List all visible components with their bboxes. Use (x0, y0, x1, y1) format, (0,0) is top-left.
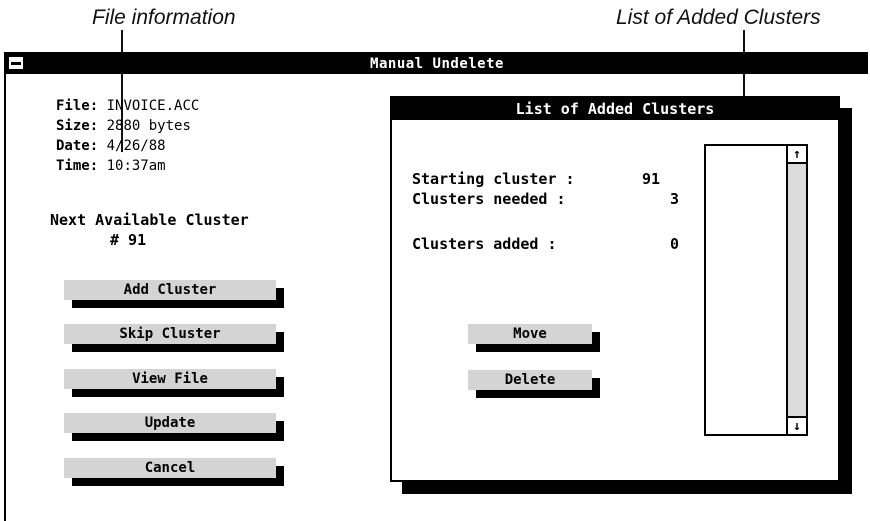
next-available-cluster-label: Next Available Cluster (50, 211, 249, 229)
window-title: Manual Undelete (370, 56, 504, 72)
add-cluster-button[interactable]: Add Cluster (64, 280, 276, 300)
view-file-button[interactable]: View File (64, 369, 276, 389)
file-label: File: (56, 98, 99, 114)
size-value: 2880 bytes (106, 118, 191, 134)
window-title-bar: Manual Undelete (6, 54, 868, 74)
list-of-added-clusters-callout: List of Added Clusters (616, 6, 821, 29)
scroll-down-arrow-icon[interactable]: ↓ (788, 416, 806, 434)
file-value: INVOICE.ACC (106, 98, 200, 114)
date-label: Date: (56, 138, 99, 154)
starting-cluster-value: 91 (642, 170, 661, 188)
system-menu-icon[interactable] (8, 56, 24, 70)
date-row: Date: 4/26/88 (56, 136, 199, 156)
clusters-needed-value: 3 (670, 190, 680, 208)
move-button[interactable]: Move (468, 324, 592, 344)
file-information: File: INVOICE.ACC Size: 2880 bytes Date:… (56, 96, 199, 176)
next-available-cluster-value: # 91 (110, 231, 147, 249)
skip-cluster-button[interactable]: Skip Cluster (64, 324, 276, 344)
file-row: File: INVOICE.ACC (56, 96, 199, 116)
time-value: 10:37am (106, 158, 166, 174)
cancel-button[interactable]: Cancel (64, 458, 276, 478)
starting-cluster-label: Starting cluster : (412, 170, 575, 188)
update-button[interactable]: Update (64, 413, 276, 433)
clusters-added-value: 0 (670, 235, 680, 253)
vertical-scrollbar[interactable]: ↑ ↓ (786, 146, 806, 434)
clusters-added-label: Clusters added : (412, 235, 557, 253)
time-row: Time: 10:37am (56, 156, 199, 176)
size-label: Size: (56, 118, 99, 134)
time-label: Time: (56, 158, 99, 174)
clusters-needed-label: Clusters needed : (412, 190, 566, 208)
dialog-title: List of Added Clusters (392, 98, 838, 120)
date-value: 4/26/88 (106, 138, 166, 154)
list-of-added-clusters-dialog: List of Added Clusters Starting cluster … (390, 96, 840, 482)
size-row: Size: 2880 bytes (56, 116, 199, 136)
added-clusters-listbox[interactable]: ↑ ↓ (704, 144, 808, 436)
scroll-up-arrow-icon[interactable]: ↑ (788, 146, 806, 164)
delete-button[interactable]: Delete (468, 370, 592, 390)
file-information-callout: File information (92, 6, 236, 29)
